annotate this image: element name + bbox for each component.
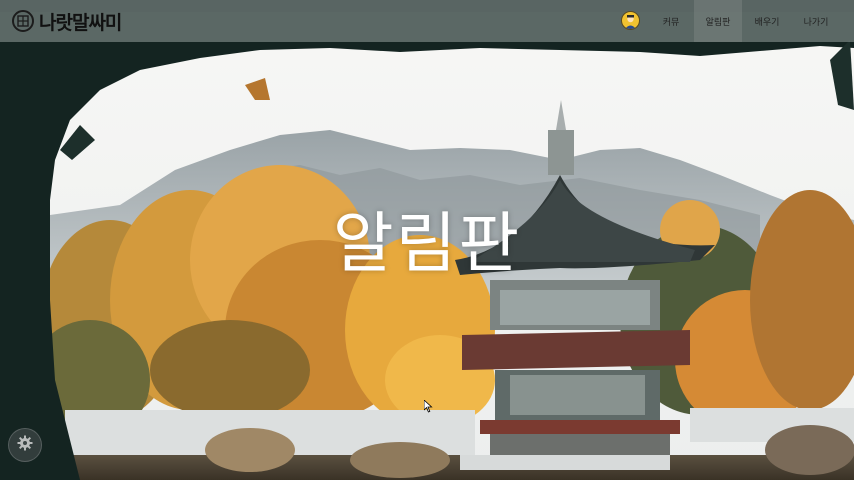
nav-item-learn[interactable]: 배우기 — [746, 0, 788, 42]
nav-item-label: 배우기 — [754, 17, 780, 28]
nav-item-label: 커뮤 — [662, 17, 680, 28]
brand-seal-icon — [12, 10, 34, 32]
nav-item-community[interactable]: 커뮤 — [650, 0, 692, 42]
brand-link[interactable]: 나랏말싸미 — [12, 8, 122, 34]
mouse-cursor-icon — [423, 398, 433, 417]
nav-item-label: 나가기 — [803, 17, 829, 28]
user-avatar-icon[interactable] — [621, 11, 640, 30]
nav-item-notice-board[interactable]: 알림판 — [694, 0, 742, 42]
brand-name: 나랏말싸미 — [39, 11, 122, 34]
page-title: 알림판 — [332, 205, 522, 282]
top-navbar: 나랏말싸미 커뮤 알림판 배우기 나가기 — [0, 0, 854, 42]
nav-item-exit[interactable]: 나가기 — [794, 0, 838, 42]
settings-button[interactable] — [8, 428, 42, 462]
nav-item-label: 알림판 — [705, 17, 731, 28]
gear-icon — [17, 435, 33, 455]
